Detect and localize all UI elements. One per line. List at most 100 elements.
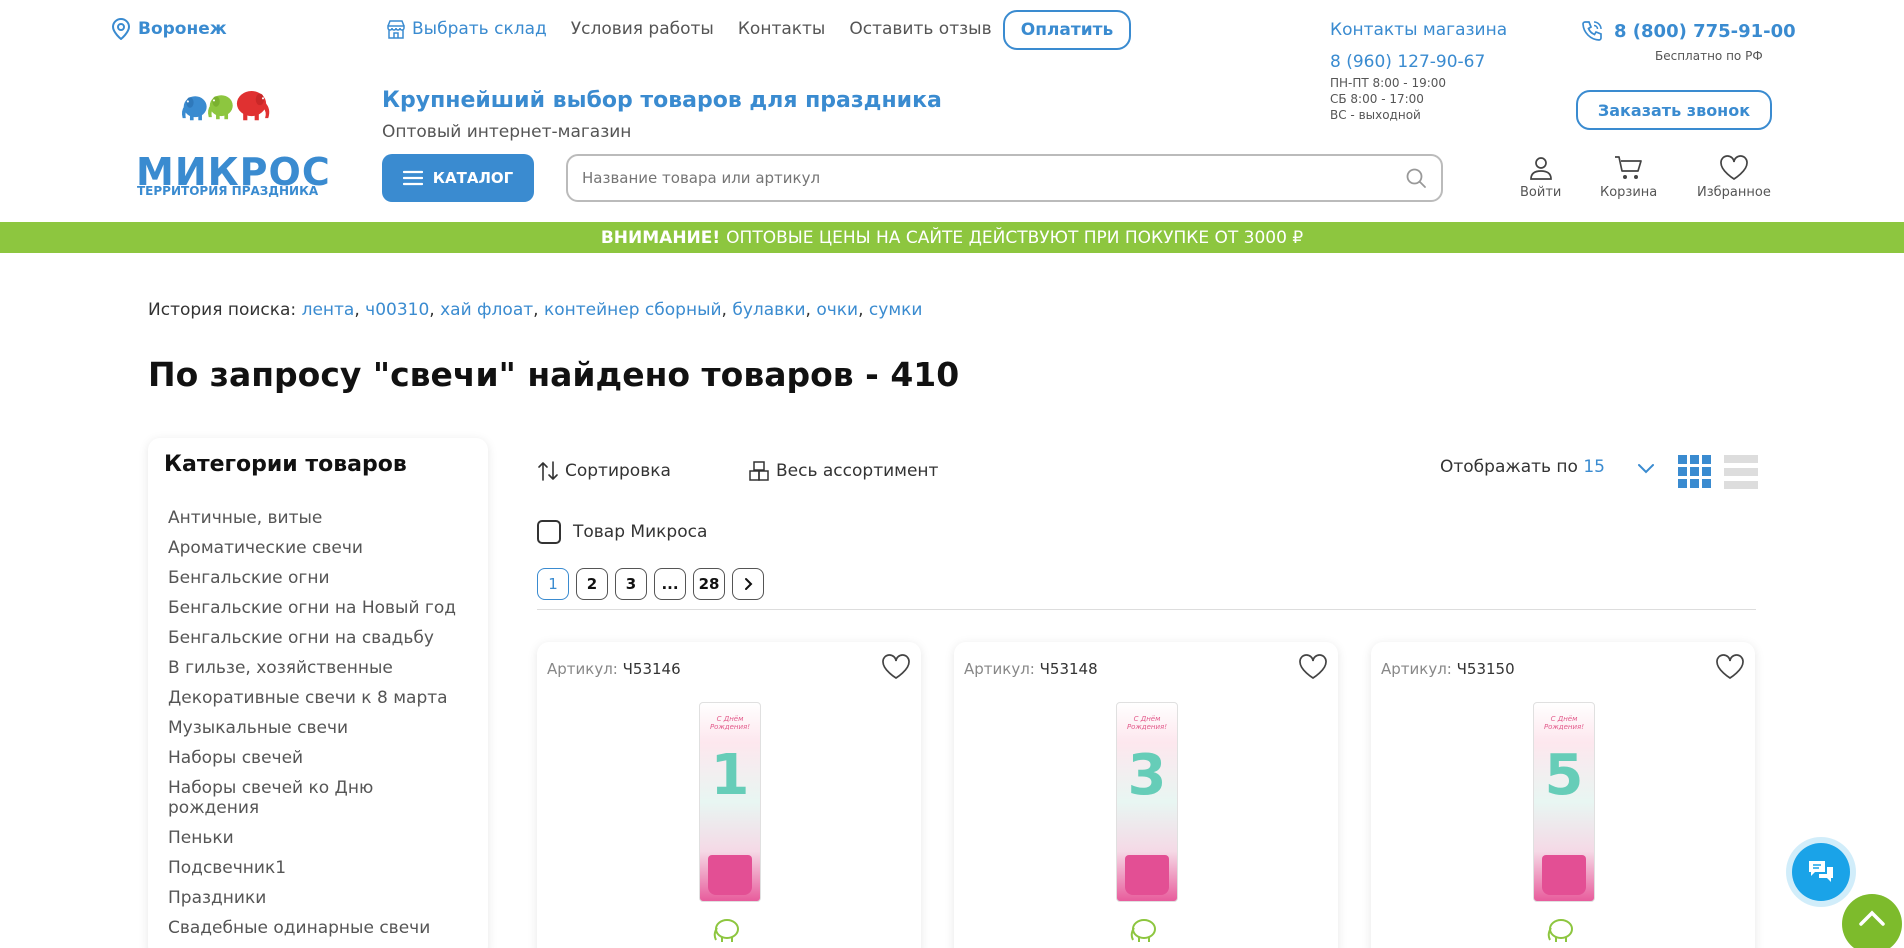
nav-contacts[interactable]: Контакты bbox=[738, 19, 826, 39]
search-input[interactable] bbox=[582, 169, 1405, 187]
category-item[interactable]: Музыкальные свечи bbox=[168, 718, 468, 738]
shop-phone[interactable]: 8 (960) 127-90-67 bbox=[1330, 52, 1485, 72]
product-image[interactable]: С Днём Рождения! 5 bbox=[1533, 702, 1595, 902]
product-image[interactable]: С Днём Рождения! 1 bbox=[699, 702, 761, 902]
city-selector[interactable]: Воронеж bbox=[112, 18, 227, 40]
main-phone[interactable]: 8 (800) 775-91-00 bbox=[1580, 19, 1796, 43]
own-product-filter[interactable]: Товар Микроса bbox=[537, 520, 707, 544]
category-item[interactable]: Наборы свечей bbox=[168, 748, 468, 768]
heart-icon[interactable] bbox=[1715, 654, 1745, 680]
store-icon bbox=[387, 20, 405, 39]
scroll-to-top-button[interactable] bbox=[1842, 894, 1902, 948]
boxes-icon bbox=[749, 461, 769, 481]
page-button[interactable]: 28 bbox=[693, 568, 725, 600]
per-page-selector[interactable]: Отображать по 15 bbox=[1440, 457, 1605, 477]
category-item[interactable]: Декоративные свечи к 8 марта bbox=[168, 688, 468, 708]
toolbar-divider bbox=[537, 609, 1756, 610]
nav-leave-review[interactable]: Оставить отзыв bbox=[849, 19, 991, 39]
article-code: Ч53146 bbox=[622, 660, 681, 678]
history-tag[interactable]: сумки bbox=[869, 300, 923, 320]
heart-icon[interactable] bbox=[1298, 654, 1328, 680]
article-code: Ч53148 bbox=[1039, 660, 1098, 678]
candle-digit: 3 bbox=[1127, 743, 1167, 808]
hours-sunday: ВС - выходной bbox=[1330, 108, 1421, 122]
chevron-right-icon bbox=[745, 578, 753, 590]
cart-label: Корзина bbox=[1600, 185, 1658, 200]
chat-bubbles-icon bbox=[1809, 861, 1833, 882]
category-sidebar: Категории товаров Античные, витые Аромат… bbox=[148, 438, 488, 948]
catalog-button[interactable]: КАТАЛОГ bbox=[382, 154, 534, 202]
callback-button[interactable]: Заказать звонок bbox=[1576, 90, 1772, 130]
chat-button[interactable] bbox=[1792, 843, 1850, 901]
login-label: Войти bbox=[1520, 185, 1562, 200]
candle-digit: 1 bbox=[710, 743, 750, 808]
list-view-icon[interactable] bbox=[1724, 455, 1758, 489]
user-icon bbox=[1529, 157, 1552, 180]
product-card[interactable]: Артикул: Ч53146 С Днём Рождения! 1 bbox=[537, 642, 921, 948]
history-tag[interactable]: контейнер сборный bbox=[544, 300, 722, 320]
per-page-label: Отображать по bbox=[1440, 457, 1578, 477]
shop-contacts-link[interactable]: Контакты магазина bbox=[1330, 20, 1507, 40]
banner-text: ОПТОВЫЕ ЦЕНЫ НА САЙТЕ ДЕЙСТВУЮТ ПРИ ПОКУ… bbox=[726, 227, 1304, 248]
sort-control[interactable]: Сортировка bbox=[537, 460, 671, 482]
category-item[interactable]: Бенгальские огни на Новый год bbox=[168, 598, 468, 618]
own-product-label: Товар Микроса bbox=[573, 522, 708, 542]
page-ellipsis[interactable]: ... bbox=[654, 568, 686, 600]
favorites-action[interactable]: Избранное bbox=[1697, 155, 1771, 200]
cart-action[interactable]: Корзина bbox=[1600, 155, 1657, 200]
nav-choose-warehouse[interactable]: Выбрать склад bbox=[386, 19, 547, 39]
hours-weekdays: ПН-ПТ 8:00 - 19:00 bbox=[1330, 76, 1447, 90]
nav-label: Выбрать склад bbox=[412, 19, 547, 39]
category-item[interactable]: В гильзе, хозяйственные bbox=[168, 658, 468, 678]
product-card[interactable]: Артикул: Ч53150 С Днём Рождения! 5 bbox=[1371, 642, 1755, 948]
category-item[interactable]: Свадебные одинарные свечи bbox=[168, 918, 468, 938]
wholesale-notice-banner: ВНИМАНИЕ! ОПТОВЫЕ ЦЕНЫ НА САЙТЕ ДЕЙСТВУЮ… bbox=[0, 222, 1904, 253]
article-line: Артикул: Ч53146 bbox=[547, 660, 681, 678]
category-item[interactable]: Праздники bbox=[168, 888, 468, 908]
history-tag[interactable]: очки bbox=[816, 300, 858, 320]
main-phone-number: 8 (800) 775-91-00 bbox=[1614, 20, 1796, 42]
heart-icon bbox=[1720, 155, 1748, 180]
search-icon[interactable] bbox=[1405, 167, 1427, 189]
banner-bold: ВНИМАНИЕ! bbox=[600, 227, 721, 248]
category-item[interactable]: Античные, витые bbox=[168, 508, 468, 528]
chevron-down-icon[interactable] bbox=[1636, 458, 1656, 478]
sort-label: Сортировка bbox=[565, 461, 671, 481]
per-page-value: 15 bbox=[1583, 457, 1605, 477]
category-item[interactable]: Пеньки bbox=[168, 828, 468, 848]
next-page-button[interactable] bbox=[732, 568, 764, 600]
elephants-logo[interactable] bbox=[134, 90, 320, 150]
cake-illustration bbox=[708, 855, 752, 895]
location-pin-icon bbox=[112, 18, 130, 40]
history-tag[interactable]: ч00310 bbox=[365, 300, 429, 320]
category-item[interactable]: Ароматические свечи bbox=[168, 538, 468, 558]
own-product-checkbox[interactable] bbox=[537, 520, 561, 544]
assortment-filter[interactable]: Весь ассортимент bbox=[748, 460, 938, 482]
cake-illustration bbox=[1125, 855, 1169, 895]
category-item[interactable]: Наборы свечей ко Дню рождения bbox=[168, 778, 468, 818]
page-button[interactable]: 2 bbox=[576, 568, 608, 600]
page-button[interactable]: 3 bbox=[615, 568, 647, 600]
elephant-logo-icon bbox=[713, 919, 739, 942]
product-image[interactable]: С Днём Рождения! 3 bbox=[1116, 702, 1178, 902]
page-button[interactable]: 1 bbox=[537, 568, 569, 600]
history-tag[interactable]: лента bbox=[302, 300, 355, 320]
nav-terms[interactable]: Условия работы bbox=[571, 19, 714, 39]
candle-digit: 5 bbox=[1544, 743, 1584, 808]
phone-icon bbox=[1582, 21, 1602, 41]
login-action[interactable]: Войти bbox=[1520, 155, 1561, 200]
grid-view-icon[interactable] bbox=[1678, 455, 1712, 489]
category-item[interactable]: Бенгальские огни bbox=[168, 568, 468, 588]
history-tag[interactable]: хай флоат bbox=[440, 300, 533, 320]
history-tag[interactable]: булавки bbox=[732, 300, 805, 320]
product-card[interactable]: Артикул: Ч53148 С Днём Рождения! 3 bbox=[954, 642, 1338, 948]
heart-icon[interactable] bbox=[881, 654, 911, 680]
pay-button[interactable]: Оплатить bbox=[1003, 10, 1131, 50]
category-item[interactable]: Бенгальские огни на свадьбу bbox=[168, 628, 468, 648]
article-code: Ч53150 bbox=[1456, 660, 1515, 678]
category-item[interactable]: Подсвечник1 bbox=[168, 858, 468, 878]
sort-arrows-icon bbox=[538, 461, 558, 481]
working-hours: ПН-ПТ 8:00 - 19:00 СБ 8:00 - 17:00 ВС - … bbox=[1330, 75, 1446, 123]
city-name: Воронеж bbox=[138, 19, 227, 39]
header-slogan: Крупнейший выбор товаров для праздника bbox=[382, 88, 942, 113]
